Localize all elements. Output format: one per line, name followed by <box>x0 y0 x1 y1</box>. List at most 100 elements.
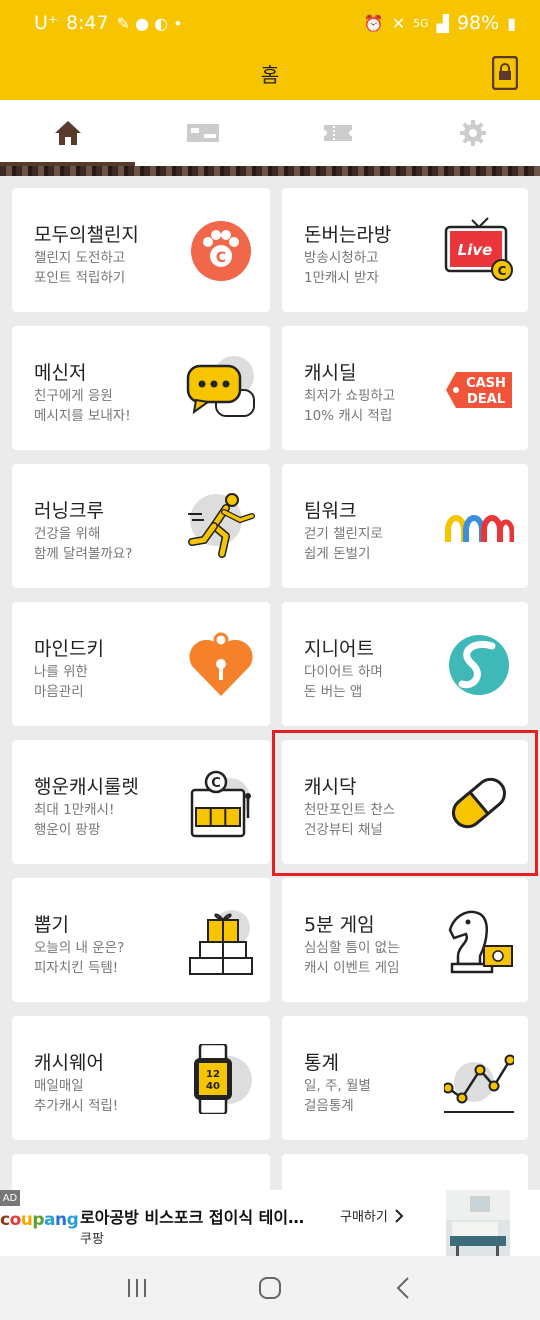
card-5min-game[interactable]: 5분 게임 심심할 틈이 없는 캐시 이벤트 게임 <box>282 878 528 1002</box>
card-desc: 일, 주, 월별 걸음통계 <box>304 1078 371 1114</box>
carrier-label: U⁺ <box>34 12 58 34</box>
card-messenger[interactable]: 메신저 친구에게 응원 메시지를 보내자! <box>12 326 270 450</box>
tab-ticket[interactable] <box>135 100 270 166</box>
live-tv-icon: Live C <box>444 217 513 281</box>
chevron-right-icon <box>395 1208 404 1223</box>
lock-screen-icon[interactable] <box>492 56 518 90</box>
signal-icon: ▟ <box>436 13 449 33</box>
chess-knight-icon <box>448 910 513 974</box>
card-desc: 방송시청하고 1만캐시 받자 <box>304 250 379 286</box>
card-title: 캐시딜 <box>304 362 357 384</box>
card-title: 메신저 <box>34 362 87 384</box>
runner-icon <box>188 493 255 558</box>
svg-text:CASH: CASH <box>466 376 506 391</box>
network-label: 5G <box>413 16 429 30</box>
svg-text:C: C <box>216 250 226 266</box>
gear-icon <box>459 120 486 146</box>
time-label: 8:47 <box>65 12 109 34</box>
card-cashdeal[interactable]: 캐시딜 최저가 쇼핑하고 10% 캐시 적립 CASH DEAL <box>282 326 528 450</box>
card-desc: 최대 1만캐시! 행운이 팡팡 <box>34 802 115 838</box>
card-roulette[interactable]: 행운캐시룰렛 최대 1만캐시! 행운이 팡팡 C <box>12 740 270 864</box>
card-desc: 챌린지 도전하고 포인트 적립하기 <box>34 250 126 286</box>
cash-deal-icon: CASH DEAL <box>446 372 512 408</box>
mute-icon: ✕ <box>391 13 406 33</box>
tab-home[interactable] <box>0 100 135 166</box>
banner-strip <box>0 166 540 176</box>
card-cashwear[interactable]: 캐시웨어 매일매일 추가캐시 적립! 12 40 <box>12 1016 270 1140</box>
page-title: 홈 <box>260 62 280 87</box>
battery-label: 98% <box>456 12 500 34</box>
card-challenge[interactable]: 모두의챌린지 챌린지 도전하고 포인트 적립하기 C <box>12 188 270 312</box>
selection-highlight <box>272 730 538 876</box>
recent-apps-button[interactable] <box>117 1268 157 1308</box>
app-header: 홈 <box>0 46 540 100</box>
svg-text:C: C <box>211 776 221 791</box>
card-title: 캐시웨어 <box>34 1052 104 1074</box>
tab-coupon[interactable] <box>270 100 405 166</box>
home-circle-icon <box>258 1277 281 1299</box>
card-teamwork[interactable]: 팀워크 걷기 챌린지로 쉽게 돈벌기 <box>282 464 528 588</box>
tab-bar <box>0 100 540 166</box>
slot-machine-icon: C <box>190 770 251 838</box>
card-desc: 오늘의 내 운은? 피자치킨 득템! <box>34 940 125 976</box>
ad-buy-button[interactable]: 구매하기 <box>340 1206 404 1225</box>
card-stats[interactable]: 통계 일, 주, 월별 걸음통계 <box>282 1016 528 1140</box>
battery-icon: ▮ <box>507 13 516 33</box>
card-title: 5분 게임 <box>304 914 375 936</box>
card-title: 돈버는라방 <box>304 224 392 246</box>
card-title: 러닝크루 <box>34 500 104 522</box>
card-running[interactable]: 러닝크루 건강을 위해 함께 달려볼까요? <box>12 464 270 588</box>
back-button[interactable] <box>383 1268 423 1308</box>
card-title: 마인드키 <box>34 638 104 660</box>
paw-coin-icon: C <box>191 221 251 281</box>
card-desc: 친구에게 응원 메시지를 보내자! <box>34 388 131 424</box>
svg-text:C: C <box>498 264 507 278</box>
card-desc: 건강을 위해 함께 달려볼까요? <box>34 526 133 562</box>
home-button[interactable] <box>250 1268 290 1308</box>
teamwork-arches-icon <box>445 515 514 542</box>
recents-icon <box>127 1279 146 1297</box>
svg-text:DEAL: DEAL <box>467 392 505 407</box>
home-icon <box>54 121 81 145</box>
card-mindkey[interactable]: 마인드키 나를 위한 마음관리 <box>12 602 270 726</box>
ad-subtitle: 쿠팡 <box>80 1232 104 1247</box>
ad-banner[interactable]: AD coupang 로아공방 비스포크 접이식 테이… 쿠팡 구매하기 <box>0 1190 540 1256</box>
card-title: 지니어트 <box>304 638 374 660</box>
heart-lock-icon <box>189 632 253 696</box>
gift-boxes-icon <box>189 910 253 975</box>
card-title: 뽑기 <box>34 914 69 936</box>
card-desc: 나를 위한 마음관리 <box>34 664 88 700</box>
ad-product-image <box>446 1190 510 1256</box>
card-genieat[interactable]: 지니어트 다이어트 하며 돈 버는 앱 <box>282 602 528 726</box>
ticket-icon <box>186 124 219 142</box>
alarm-icon: ⏰ <box>363 13 384 33</box>
card-draw[interactable]: 뽑기 오늘의 내 운은? 피자치킨 득템! <box>12 878 270 1002</box>
card-title: 팀워크 <box>304 500 357 522</box>
ad-buy-label: 구매하기 <box>340 1210 388 1225</box>
svg-text:Live: Live <box>458 241 493 259</box>
card-title: 모두의챌린지 <box>34 224 139 246</box>
card-desc: 매일매일 추가캐시 적립! <box>34 1078 119 1114</box>
svg-text:12: 12 <box>206 1069 220 1080</box>
card-desc: 다이어트 하며 돈 버는 앱 <box>304 664 383 700</box>
svg-text:40: 40 <box>206 1081 220 1092</box>
card-desc: 최저가 쇼핑하고 10% 캐시 적립 <box>304 388 396 424</box>
coupon-icon <box>323 125 352 141</box>
card-desc: 심심할 틈이 없는 캐시 이벤트 게임 <box>304 940 400 976</box>
card-live[interactable]: 돈버는라방 방송시청하고 1만캐시 받자 Live C <box>282 188 528 312</box>
back-icon <box>396 1277 410 1299</box>
ad-brand-logo: coupang <box>0 1210 79 1230</box>
card-title: 행운캐시룰렛 <box>34 776 139 798</box>
system-nav-bar <box>0 1256 540 1320</box>
ad-tag: AD <box>0 1190 20 1206</box>
line-graph-icon <box>444 1054 514 1113</box>
s-logo-icon <box>449 635 509 695</box>
status-bar: U⁺ 8:47 ✎ ● ◐ • ⏰ ✕ 5G ▟ 98% ▮ <box>0 0 540 46</box>
ad-title: 로아공방 비스포크 접이식 테이… <box>80 1208 305 1227</box>
card-title: 통계 <box>304 1052 339 1074</box>
tab-settings[interactable] <box>405 100 540 166</box>
card-desc: 걷기 챌린지로 쉽게 돈벌기 <box>304 526 383 562</box>
notification-icons: ✎ ● ◐ • <box>116 13 183 33</box>
chat-bubble-icon <box>186 356 255 417</box>
smartwatch-icon: 12 40 <box>194 1044 252 1114</box>
